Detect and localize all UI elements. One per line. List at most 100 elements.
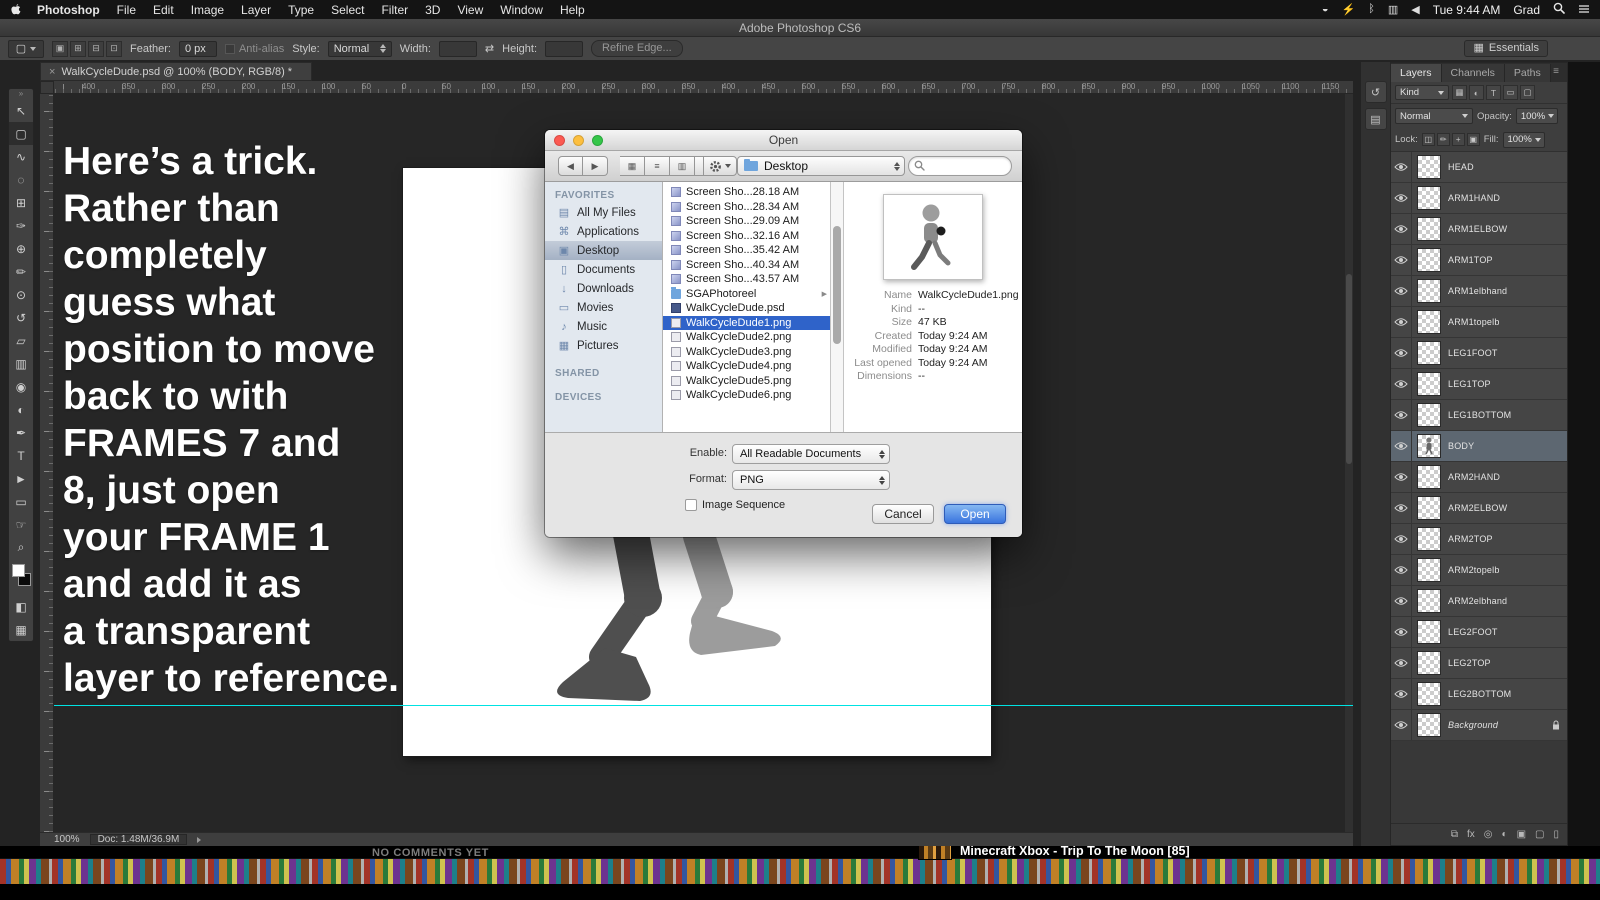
selection-mode-button[interactable]: ⊡ (106, 40, 122, 57)
layer-thumbnail[interactable] (1417, 310, 1441, 334)
minimize-window-button[interactable] (573, 135, 584, 146)
walkcycledude2-png[interactable]: WalkCycleDude2.png (663, 330, 830, 345)
music[interactable]: ♪ Music (545, 317, 662, 336)
workspace-switcher[interactable]: ▦ Essentials (1464, 40, 1548, 57)
cyan-guide-line[interactable] (54, 705, 1353, 706)
document-tab[interactable]: × WalkCycleDude.psd @ 100% (BODY, RGB/8)… (40, 62, 312, 81)
eraser-tool[interactable]: ▱ (9, 329, 33, 352)
history-brush-tool[interactable]: ↺ (9, 306, 33, 329)
lock-icon[interactable]: + (1451, 133, 1465, 146)
layer-visibility-toggle[interactable] (1391, 214, 1412, 244)
lasso-tool[interactable]: ∿ (9, 145, 33, 168)
back-button[interactable]: ◀ (558, 156, 583, 176)
layer-thumbnail[interactable] (1417, 465, 1441, 489)
filter-icon[interactable]: ◐ (1469, 85, 1484, 100)
layer-thumbnail[interactable] (1417, 217, 1441, 241)
scrollbar-thumb[interactable] (833, 226, 841, 344)
location-dropdown[interactable]: Desktop (737, 156, 905, 176)
antialias-checkbox[interactable]: Anti-alias (224, 43, 284, 55)
arm1elbhand[interactable]: ARM1elbhand (1391, 276, 1567, 307)
brush-tool[interactable]: ✏ (9, 260, 33, 283)
layer-thumbnail[interactable] (1417, 589, 1441, 613)
lock-icon[interactable]: ◫ (1421, 133, 1435, 146)
tool-preset-dropdown[interactable]: ▢ (8, 39, 44, 58)
height-input[interactable] (545, 40, 583, 57)
layer-visibility-toggle[interactable] (1391, 338, 1412, 368)
menu-item[interactable]: Image (191, 3, 224, 17)
arm2hand[interactable]: ARM2HAND (1391, 462, 1567, 493)
head[interactable]: HEAD (1391, 152, 1567, 183)
forward-button[interactable]: ▶ (583, 156, 608, 176)
opacity-select[interactable]: 100% (1515, 108, 1558, 124)
layer-visibility-toggle[interactable] (1391, 648, 1412, 678)
lock-icon[interactable]: ▣ (1466, 133, 1480, 146)
history-panel-icon[interactable]: ↺ (1364, 81, 1387, 103)
file-list-scrollbar[interactable] (831, 182, 844, 432)
screen-sho-28-34-am[interactable]: Screen Sho...28.34 AM (663, 200, 830, 215)
panel-tab[interactable]: Channels (1441, 64, 1505, 82)
screen-sho-28-18-am[interactable]: Screen Sho...28.18 AM (663, 185, 830, 200)
image-sequence-checkbox[interactable]: Image Sequence (685, 499, 785, 511)
layers-footer-icon[interactable]: ◎ (1484, 829, 1493, 840)
view-mode-button[interactable]: ▦ (620, 156, 645, 176)
filter-icon[interactable]: ▭ (1503, 85, 1518, 100)
checkbox-box[interactable] (685, 499, 697, 511)
menu-item[interactable]: Select (331, 3, 364, 17)
layer-thumbnail[interactable] (1417, 713, 1441, 737)
enable-dropdown[interactable]: All Readable Documents (732, 444, 890, 464)
layer-thumbnail[interactable] (1417, 186, 1441, 210)
panel-tab[interactable]: Layers (1391, 64, 1442, 82)
menu-status-icon[interactable]: ◒ (1322, 3, 1329, 16)
clone-stamp-tool[interactable]: ⊙ (9, 283, 33, 306)
menu-clock[interactable]: Tue 9:44 AM (1433, 3, 1501, 17)
view-mode-button[interactable]: ▥ (670, 156, 695, 176)
eyedropper-tool[interactable]: ✑ (9, 214, 33, 237)
screen-sho-43-57-am[interactable]: Screen Sho...43.57 AM (663, 272, 830, 287)
menu-item[interactable]: 3D (425, 3, 440, 17)
layer-thumbnail[interactable] (1417, 403, 1441, 427)
view-mode-button[interactable]: ≡ (645, 156, 670, 176)
layer-thumbnail[interactable] (1417, 651, 1441, 675)
walkcycledude5-png[interactable]: WalkCycleDude5.png (663, 374, 830, 389)
foreground-color-swatch[interactable] (12, 564, 25, 577)
all-my-files[interactable]: ▤ All My Files (545, 203, 662, 222)
menu-status-icon[interactable]: ◀ (1411, 3, 1419, 16)
menu-item[interactable]: Type (288, 3, 314, 17)
properties-panel-icon[interactable]: ▤ (1364, 108, 1387, 130)
pictures[interactable]: ▦ Pictures (545, 336, 662, 355)
arm2topelb[interactable]: ARM2topelb (1391, 555, 1567, 586)
walkcycledude1-png[interactable]: WalkCycleDude1.png (663, 315, 830, 330)
layer-visibility-toggle[interactable] (1391, 524, 1412, 554)
walkcycledude4-png[interactable]: WalkCycleDude4.png (663, 359, 830, 374)
layer-visibility-toggle[interactable] (1391, 555, 1412, 585)
layers-footer-icon[interactable]: fx (1467, 829, 1475, 840)
zoom-window-button[interactable] (592, 135, 603, 146)
apple-menu-icon[interactable] (10, 3, 21, 16)
layers-footer-icon[interactable]: ◐ (1502, 829, 1508, 840)
move-tool[interactable]: ↖ (9, 99, 33, 122)
screen-sho-32-16-am[interactable]: Screen Sho...32.16 AM (663, 229, 830, 244)
style-select[interactable]: Normal (327, 40, 392, 57)
layer-visibility-toggle[interactable] (1391, 679, 1412, 709)
layer-thumbnail[interactable] (1417, 155, 1441, 179)
screen-sho-35-42-am[interactable]: Screen Sho...35.42 AM (663, 243, 830, 258)
rectangular-marquee-tool[interactable]: ▢ (9, 122, 33, 145)
documents[interactable]: ▯ Documents (545, 260, 662, 279)
filter-icon[interactable]: ▦ (1452, 85, 1467, 100)
open-button[interactable]: Open (944, 504, 1006, 524)
arm1top[interactable]: ARM1TOP (1391, 245, 1567, 276)
filter-icon[interactable]: ▢ (1520, 85, 1535, 100)
movies[interactable]: ▭ Movies (545, 298, 662, 317)
zoom-tool[interactable]: ⌕ (9, 536, 33, 559)
layers-footer-icon[interactable]: ▣ (1517, 829, 1526, 840)
arm1topelb[interactable]: ARM1topelb (1391, 307, 1567, 338)
leg1foot[interactable]: LEG1FOOT (1391, 338, 1567, 369)
layer-thumbnail[interactable] (1417, 434, 1441, 458)
dodge-tool[interactable]: ◐ (9, 398, 33, 421)
selection-mode-button[interactable]: ⊞ (70, 40, 86, 57)
selection-mode-button[interactable]: ▣ (52, 40, 68, 57)
layers-footer-icon[interactable]: ▢ (1535, 829, 1544, 840)
walkcycledude6-png[interactable]: WalkCycleDude6.png (663, 388, 830, 403)
refine-edge-button[interactable]: Refine Edge... (591, 40, 683, 57)
layer-thumbnail[interactable] (1417, 558, 1441, 582)
